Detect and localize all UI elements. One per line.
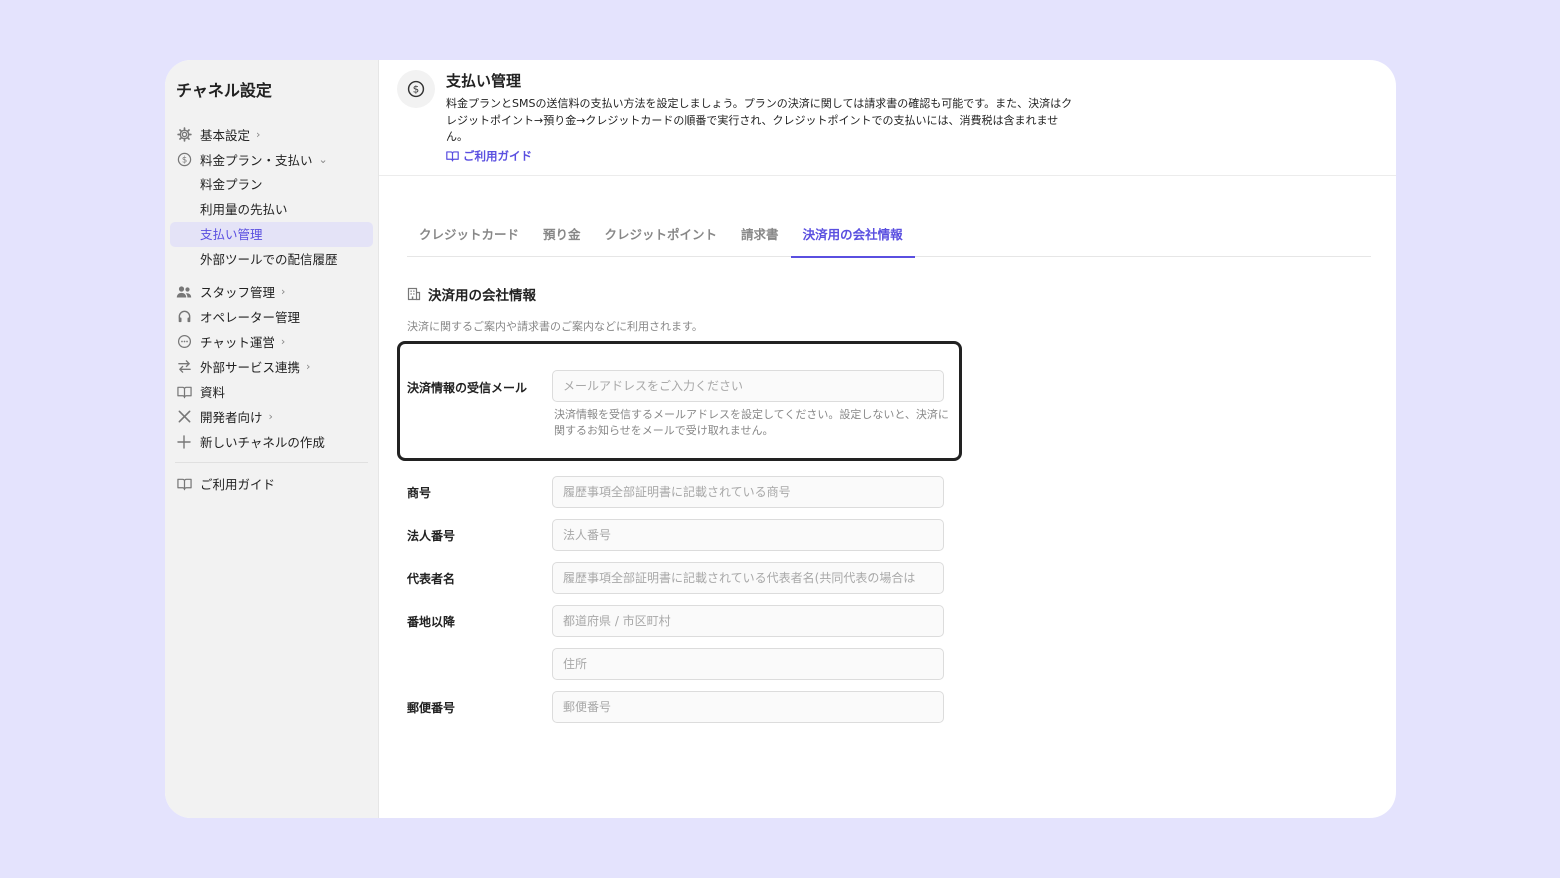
sidebar-item-new-channel[interactable]: 新しいチャネルの作成 [165,429,378,454]
postal-code-label: 郵便番号 [407,701,456,715]
chevron-right-icon: › [281,285,286,298]
tab-company-info[interactable]: 決済用の会社情報 [790,220,915,258]
chat-bubble-icon [176,334,192,350]
sidebar-item-label: チャット運営 [200,335,275,350]
guide-link[interactable]: ご利用ガイド [446,148,532,164]
corporate-number-label: 法人番号 [407,529,456,543]
sidebar-item-external-services[interactable]: 外部サービス連携 › [165,354,378,379]
email-label: 決済情報の受信メール [407,381,528,395]
sidebar-title: チャネル設定 [176,81,272,100]
sidebar-item-operator[interactable]: オペレーター管理 [165,304,378,329]
representative-label: 代表者名 [407,572,456,586]
address-label: 番地以降 [407,615,456,629]
tools-icon [176,409,192,425]
sidebar-item-guide[interactable]: ご利用ガイド [165,471,378,496]
section-description: 決済に関するご案内や請求書のご案内などに利用されます。 [407,320,703,333]
sidebar-item-label: スタッフ管理 [200,285,276,300]
sidebar-item-materials[interactable]: 資料 [165,379,378,404]
email-field[interactable] [552,370,944,402]
chevron-right-icon: › [306,360,311,373]
people-icon [176,284,192,300]
section-title: 決済用の会社情報 [407,284,536,304]
book-icon [176,476,192,492]
sidebar-item-label: 料金プラン・支払い [200,153,313,168]
book-icon [446,150,459,162]
company-name-label: 商号 [407,486,432,500]
section-title-label: 決済用の会社情報 [428,288,536,304]
company-name-field[interactable] [552,476,944,508]
postal-code-field[interactable] [552,691,944,723]
sidebar-item-label: オペレーター管理 [200,310,301,325]
settings-window: チャネル設定 基本設定 › $ 料金プラン・支払い ⌄ 料金プラン 利用量の先払… [165,60,1396,818]
chevron-right-icon: › [256,128,261,141]
arrows-swap-icon [176,359,192,375]
sidebar-item-label: 新しいチャネルの作成 [200,435,325,450]
guide-link-label: ご利用ガイド [463,149,532,163]
dollar-circle-icon: $ [397,70,435,108]
sidebar-subitem-external-history[interactable]: 外部ツールでの配信履歴 [170,247,373,272]
sidebar-divider [175,462,368,463]
main-content: $ 支払い管理 料金プランとSMSの送信料の支払い方法を設定しましょう。プランの… [379,60,1396,818]
address-field[interactable] [552,648,944,680]
sidebar-subitem-prepay[interactable]: 利用量の先払い [170,197,373,222]
prefecture-city-field[interactable] [552,605,944,637]
page-header: $ 支払い管理 料金プランとSMSの送信料の支払い方法を設定しましょう。プランの… [379,60,1396,176]
tab-bar: クレジットカード 預り金 クレジットポイント 請求書 決済用の会社情報 [407,220,1371,258]
chevron-down-icon: ⌄ [318,153,328,166]
representative-field[interactable] [552,562,944,594]
headset-icon [176,309,192,325]
sidebar-item-label: 基本設定 [200,128,251,143]
tab-invoice[interactable]: 請求書 [729,220,791,257]
gear-icon [176,127,192,143]
svg-text:$: $ [181,155,186,165]
tab-credit-card[interactable]: クレジットカード [407,220,531,257]
tab-deposit[interactable]: 預り金 [531,220,593,257]
sidebar-item-staff[interactable]: スタッフ管理 › [165,279,378,304]
page-title: 支払い管理 [446,72,522,90]
dollar-circle-icon: $ [176,152,192,168]
sidebar-subitem-payment-management[interactable]: 支払い管理 [170,222,373,247]
sidebar-item-label: 開発者向け [200,410,263,425]
sidebar-item-label: 資料 [200,385,226,400]
svg-text:$: $ [413,85,419,96]
sidebar-item-chat-ops[interactable]: チャット運営 › [165,329,378,354]
sidebar-item-basic-settings[interactable]: 基本設定 › [165,122,378,147]
plus-icon [176,434,192,450]
email-help-text: 決済情報を受信するメールアドレスを設定してください。設定しないと、決済に関するお… [554,408,949,437]
sidebar-subitem-plan[interactable]: 料金プラン [170,172,373,197]
chevron-right-icon: › [280,335,286,348]
page-description: 料金プランとSMSの送信料の支払い方法を設定しましょう。プランの決済に関しては請… [446,97,1073,143]
sidebar-item-developers[interactable]: 開発者向け › [165,404,378,429]
tab-credit-points[interactable]: クレジットポイント [593,220,730,257]
building-icon [407,287,421,301]
sidebar-item-plan-payment[interactable]: $ 料金プラン・支払い ⌄ [165,147,378,172]
chevron-right-icon: › [268,410,273,423]
sidebar: チャネル設定 基本設定 › $ 料金プラン・支払い ⌄ 料金プラン 利用量の先払… [165,60,379,818]
sidebar-item-label: ご利用ガイド [200,477,276,492]
corporate-number-field[interactable] [552,519,944,551]
sidebar-item-label: 外部サービス連携 [200,360,301,375]
book-icon [176,384,192,400]
